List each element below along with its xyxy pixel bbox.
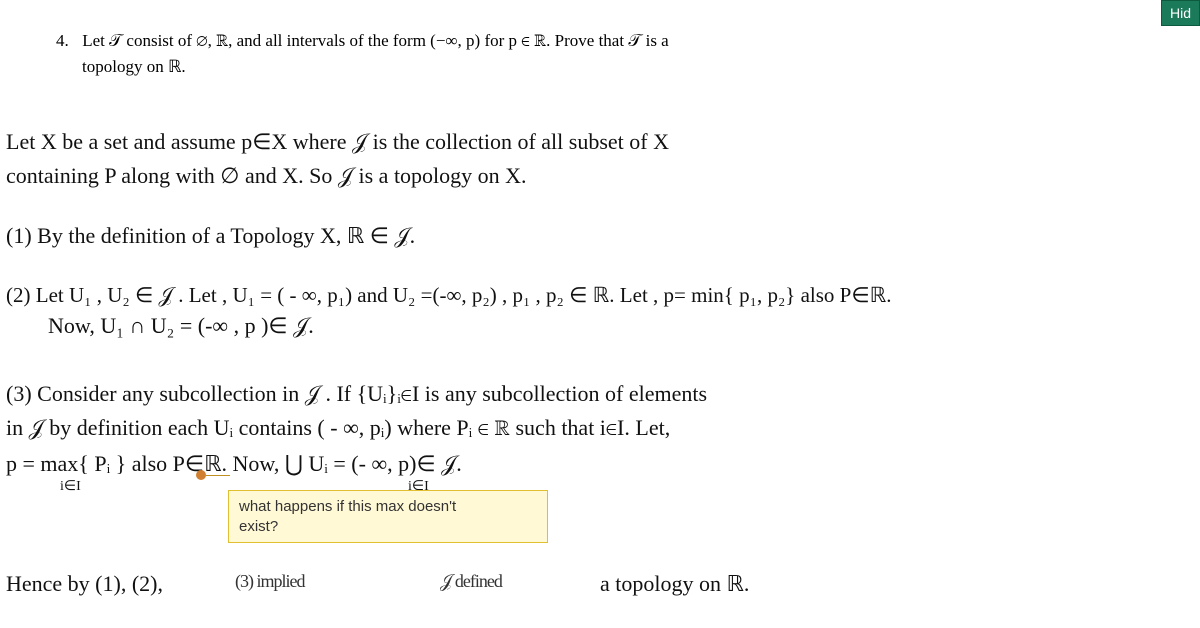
hw-line-8: p = max{ Pᵢ } also P∈ℝ. Now, ⋃ Uᵢ = (- ∞… [6,450,462,478]
hw-line-8-sub1: i∈I [60,478,81,496]
comment-line-2: exist? [239,517,537,537]
comment-anchor-dot [196,470,206,480]
comment-line-1: what happens if this max doesn't [239,497,537,517]
hw-line-9-scribble2: 𝒥 defined [440,570,502,593]
hw-line-6: (3) Consider any subcollection in 𝒥 . If… [6,380,707,408]
hw-line-4: (2) Let U₁ , U₂ ∈ 𝒥 . Let , U₁ = ( - ∞, … [6,282,892,308]
hw-line-9-scribble1: (3) implied [235,570,304,593]
hide-button-label: Hid [1170,5,1191,21]
hide-button[interactable]: Hid [1161,0,1200,26]
grader-comment[interactable]: what happens if this max doesn't exist? [228,490,548,543]
hw-line-9a: Hence by (1), (2), [6,570,163,598]
hw-line-7: in 𝒥 by definition each Uᵢ contains ( - … [6,414,670,442]
comment-connector [206,475,230,476]
problem-line2: topology on ℝ. [82,54,186,80]
hw-line-1: Let X be a set and assume p∈X where 𝒥 is… [6,128,669,156]
hw-line-2: containing P along with ∅ and X. So 𝒥 is… [6,162,527,190]
problem-number: 4. [56,28,78,54]
hw-line-9b: a topology on ℝ. [600,570,749,598]
hw-line-5: Now, U₁ ∩ U₂ = (-∞ , p )∈ 𝒥. [48,312,314,340]
hw-line-3: (1) By the definition of a Topology X, ℝ… [6,222,415,250]
problem-statement: 4. Let 𝒯 consist of ∅, ℝ, and all interv… [56,28,936,79]
problem-line1: Let 𝒯 consist of ∅, ℝ, and all intervals… [82,31,668,50]
